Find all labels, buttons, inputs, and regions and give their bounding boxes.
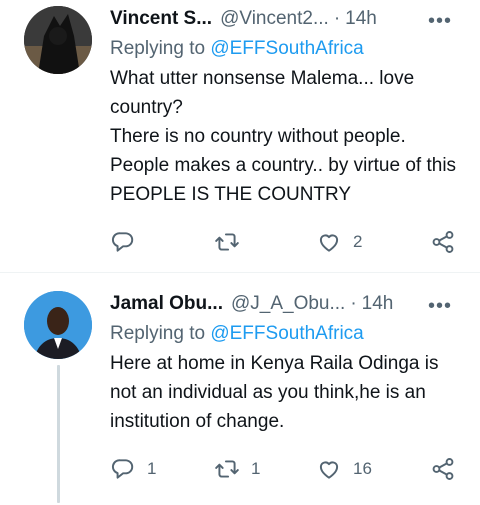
like-icon bbox=[319, 234, 339, 252]
more-icon[interactable]: ••• bbox=[428, 10, 452, 33]
tweet-text: What utter nonsense Malema... love count… bbox=[110, 64, 464, 209]
replying-to-link[interactable]: @EFFSouthAfrica bbox=[210, 38, 363, 59]
like-count: 16 bbox=[353, 459, 372, 478]
replying-to-link[interactable]: @EFFSouthAfrica bbox=[210, 323, 363, 344]
retweet-icon bbox=[215, 233, 239, 251]
handle[interactable]: @J_A_Obu... bbox=[231, 293, 345, 315]
like-count: 2 bbox=[353, 232, 363, 251]
tweet-line: There is no country without people. Peop… bbox=[110, 126, 457, 205]
like-button[interactable]: 16 bbox=[316, 453, 372, 485]
replying-prefix: Replying to bbox=[110, 323, 211, 344]
share-button[interactable] bbox=[430, 453, 456, 485]
separator-dot: · bbox=[350, 293, 357, 314]
like-icon bbox=[319, 461, 339, 479]
retweet-button[interactable]: 1 bbox=[214, 453, 260, 485]
avatar-image bbox=[24, 6, 92, 74]
tweet-1[interactable]: Vincent S... @Vincent2... · 14h Replying… bbox=[0, 0, 480, 272]
reply-button[interactable]: 1 bbox=[110, 453, 156, 485]
avatar-image bbox=[24, 291, 92, 359]
tweet-line: Here at home in Kenya Raila Odinga is no… bbox=[110, 353, 439, 432]
retweet-count: 1 bbox=[251, 459, 261, 478]
display-name[interactable]: Jamal Obu... bbox=[110, 293, 223, 315]
reply-icon bbox=[111, 459, 134, 479]
reply-button[interactable] bbox=[110, 226, 147, 258]
more-icon[interactable]: ••• bbox=[428, 295, 452, 318]
avatar[interactable] bbox=[24, 291, 92, 359]
share-button[interactable] bbox=[430, 226, 456, 258]
display-name[interactable]: Vincent S... bbox=[110, 8, 212, 30]
retweet-icon bbox=[215, 460, 239, 478]
action-bar: 2 bbox=[110, 226, 464, 258]
replying-to: Replying to @EFFSouthAfrica bbox=[110, 34, 464, 64]
reply-icon bbox=[111, 232, 134, 252]
like-button[interactable]: 2 bbox=[316, 226, 362, 258]
share-icon bbox=[432, 231, 454, 253]
action-bar: 1 1 16 bbox=[110, 453, 464, 485]
tweet-text: Here at home in Kenya Raila Odinga is no… bbox=[110, 349, 464, 436]
retweet-button[interactable] bbox=[214, 226, 251, 258]
thread-line bbox=[57, 365, 60, 503]
share-icon bbox=[432, 458, 454, 480]
tweet-line: What utter nonsense Malema... love count… bbox=[110, 68, 415, 118]
replying-prefix: Replying to bbox=[110, 38, 211, 59]
tweet-2[interactable]: Jamal Obu... @J_A_Obu... · 14h Replying … bbox=[0, 273, 480, 505]
replying-to: Replying to @EFFSouthAfrica bbox=[110, 319, 464, 349]
separator-dot: · bbox=[333, 8, 341, 29]
timestamp[interactable]: 14h bbox=[362, 293, 394, 315]
handle[interactable]: @Vincent2... bbox=[220, 8, 329, 30]
timestamp[interactable]: 14h bbox=[345, 8, 377, 30]
avatar[interactable] bbox=[24, 6, 92, 74]
reply-count: 1 bbox=[147, 459, 157, 478]
